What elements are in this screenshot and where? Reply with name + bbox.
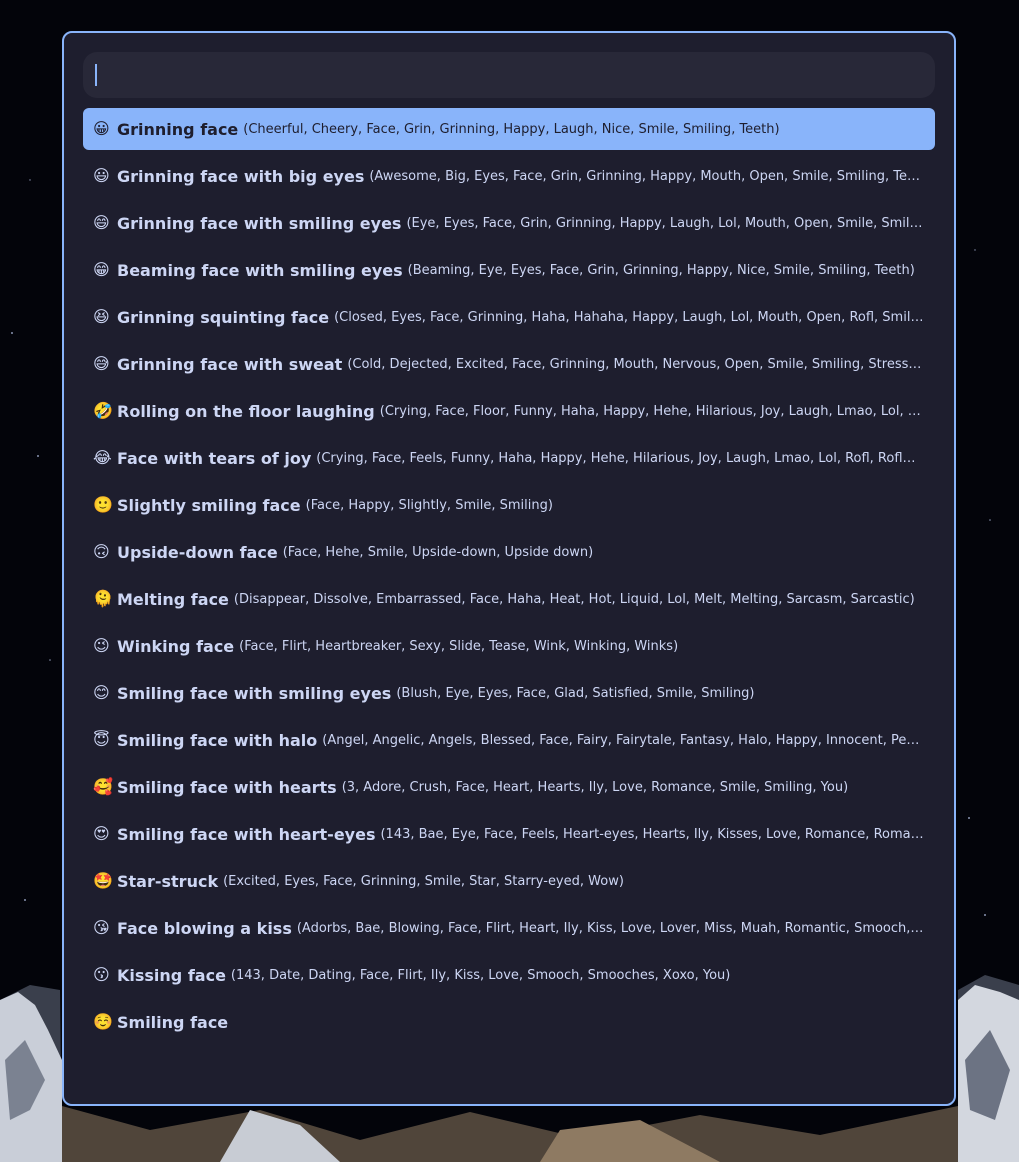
result-item[interactable]: 😄 Grinning face with smiling eyes (Eye, Ey… <box>83 202 935 244</box>
result-item[interactable]: 🤣 Rolling on the floor laughing (Crying, F… <box>83 390 935 432</box>
result-item-selected[interactable]: 😀 Grinning face (Cheerful, Cheery, Face, G… <box>83 108 935 150</box>
result-name: Face with tears of joy <box>117 448 312 468</box>
emoji-glyph-icon: 🤩 <box>93 871 113 890</box>
result-keywords: (Cold, Dejected, Excited, Face, Grinning… <box>347 356 925 372</box>
result-keywords: (Angel, Angelic, Angels, Blessed, Face, … <box>322 732 925 748</box>
result-name: Smiling face with halo <box>117 730 318 750</box>
emoji-glyph-icon: ☺️ <box>93 1012 113 1031</box>
result-item[interactable]: 🫠 Melting face (Disappear, Dissolve, Embar… <box>83 578 935 620</box>
result-item[interactable]: 🤩 Star-struck (Excited, Eyes, Face, Grinni… <box>83 860 935 902</box>
result-keywords: (143, Date, Dating, Face, Flirt, Ily, Ki… <box>230 967 731 983</box>
result-name: Smiling face with heart-eyes <box>117 824 376 844</box>
result-name: Grinning face <box>117 119 239 139</box>
result-item[interactable]: 😇 Smiling face with halo (Angel, Angelic, … <box>83 719 935 761</box>
result-item[interactable]: 😍 Smiling face with heart-eyes (143, Bae, … <box>83 813 935 855</box>
result-keywords: (Cheerful, Cheery, Face, Grin, Grinning,… <box>243 121 780 137</box>
result-keywords: (143, Bae, Eye, Face, Feels, Heart-eyes,… <box>380 826 925 842</box>
emoji-glyph-icon: 😍 <box>93 824 110 843</box>
result-keywords: (Face, Flirt, Heartbreaker, Sexy, Slide,… <box>239 638 679 654</box>
result-keywords: (Crying, Face, Floor, Funny, Haha, Happy… <box>379 403 925 419</box>
emoji-glyph-icon: 😀 <box>93 119 110 138</box>
emoji-glyph-icon: 😉 <box>93 636 110 655</box>
search-bar[interactable] <box>83 52 935 98</box>
emoji-glyph-icon: 😅 <box>93 354 110 373</box>
result-keywords: (Excited, Eyes, Face, Grinning, Smile, S… <box>223 873 624 889</box>
emoji-glyph-icon: 😁 <box>93 260 110 279</box>
emoji-glyph-icon: 😂 <box>93 448 112 467</box>
result-name: Grinning squinting face <box>117 307 330 327</box>
result-item[interactable]: 😂 Face with tears of joy (Crying, Face, Fe… <box>83 437 935 479</box>
results-list: 😀 Grinning face (Cheerful, Cheery, Face, G… <box>83 108 935 1043</box>
emoji-glyph-icon: 😃 <box>93 166 110 185</box>
emoji-glyph-icon: 😘 <box>93 918 110 937</box>
result-keywords: (3, Adore, Crush, Face, Heart, Hearts, I… <box>341 779 849 795</box>
result-name: Grinning face with sweat <box>117 354 343 374</box>
result-item[interactable]: 😘 Face blowing a kiss (Adorbs, Bae, Blowin… <box>83 907 935 949</box>
emoji-glyph-icon: 😄 <box>93 213 110 232</box>
emoji-glyph-icon: 🫠 <box>93 589 113 608</box>
result-name: Kissing face <box>117 965 226 985</box>
result-item[interactable]: 😁 Beaming face with smiling eyes (Beaming,… <box>83 249 935 291</box>
result-item[interactable]: ☺️ Smiling face <box>83 1001 935 1043</box>
result-keywords: (Crying, Face, Feels, Funny, Haha, Happy… <box>316 450 925 466</box>
result-name: Rolling on the floor laughing <box>117 401 375 421</box>
result-keywords: (Awesome, Big, Eyes, Face, Grin, Grinnin… <box>369 168 925 184</box>
result-item[interactable]: 😆 Grinning squinting face (Closed, Eyes, F… <box>83 296 935 338</box>
emoji-picker-panel: 😀 Grinning face (Cheerful, Cheery, Face, G… <box>62 31 956 1106</box>
result-name: Upside-down face <box>117 542 278 562</box>
result-name: Slightly smiling face <box>117 495 301 515</box>
result-name: Smiling face with hearts <box>117 777 337 797</box>
emoji-glyph-icon: 😗 <box>93 965 110 984</box>
emoji-glyph-icon: 😇 <box>93 730 110 749</box>
emoji-glyph-icon: 😆 <box>93 307 110 326</box>
emoji-glyph-icon: 🙂 <box>93 495 113 514</box>
result-name: Winking face <box>117 636 235 656</box>
result-item[interactable]: 😉 Winking face (Face, Flirt, Heartbreaker,… <box>83 625 935 667</box>
result-item[interactable]: 🙂 Slightly smiling face (Face, Happy, Slig… <box>83 484 935 526</box>
result-keywords: (Face, Happy, Slightly, Smile, Smiling) <box>305 497 553 513</box>
result-item[interactable]: 😗 Kissing face (143, Date, Dating, Face, F… <box>83 954 935 996</box>
emoji-glyph-icon: 🤣 <box>93 401 113 420</box>
result-item[interactable]: 🥰 Smiling face with hearts (3, Adore, Crus… <box>83 766 935 808</box>
result-item[interactable]: 😃 Grinning face with big eyes (Awesome, Bi… <box>83 155 935 197</box>
result-name: Melting face <box>117 589 229 609</box>
result-name: Grinning face with smiling eyes <box>117 213 402 233</box>
result-keywords: (Disappear, Dissolve, Embarrassed, Face,… <box>233 591 915 607</box>
result-name: Star-struck <box>117 871 219 891</box>
result-name: Smiling face with smiling eyes <box>117 683 392 703</box>
search-input[interactable] <box>83 52 935 98</box>
result-item[interactable]: 😅 Grinning face with sweat (Cold, Dejected… <box>83 343 935 385</box>
emoji-glyph-icon: 🙃 <box>93 542 110 561</box>
result-name: Grinning face with big eyes <box>117 166 365 186</box>
emoji-glyph-icon: 😊 <box>93 683 110 702</box>
result-keywords: (Blush, Eye, Eyes, Face, Glad, Satisfied… <box>396 685 755 701</box>
result-name: Smiling face <box>117 1012 229 1032</box>
result-name: Face blowing a kiss <box>117 918 292 938</box>
result-keywords: (Beaming, Eye, Eyes, Face, Grin, Grinnin… <box>407 262 915 278</box>
emoji-glyph-icon: 🥰 <box>93 777 113 796</box>
result-name: Beaming face with smiling eyes <box>117 260 403 280</box>
result-keywords: (Adorbs, Bae, Blowing, Face, Flirt, Hear… <box>296 920 925 936</box>
result-item[interactable]: 😊 Smiling face with smiling eyes (Blush, E… <box>83 672 935 714</box>
result-item[interactable]: 🙃 Upside-down face (Face, Hehe, Smile, Ups… <box>83 531 935 573</box>
result-keywords: (Face, Hehe, Smile, Upside-down, Upside … <box>282 544 594 560</box>
result-keywords: (Eye, Eyes, Face, Grin, Grinning, Happy,… <box>406 215 925 231</box>
result-keywords: (Closed, Eyes, Face, Grinning, Haha, Hah… <box>334 309 925 325</box>
